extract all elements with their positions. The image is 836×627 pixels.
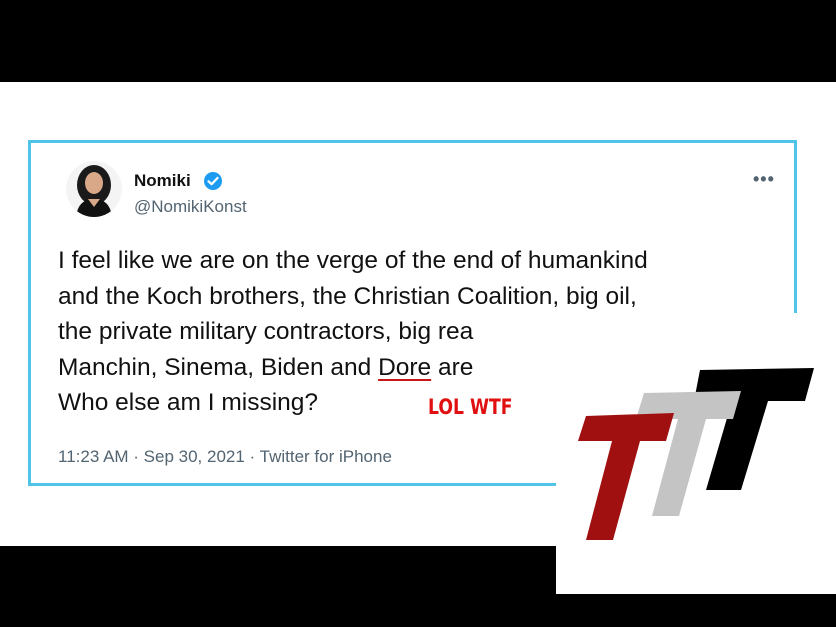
tweet-timestamp[interactable]: 11:23 AM · Sep 30, 2021 · Twitter for iP…: [58, 447, 392, 467]
handle[interactable]: @NomikiKonst: [134, 197, 247, 217]
underlined-word: Dore: [378, 353, 432, 381]
tweet-line-4-start: Manchin, Sinema, Biden and: [58, 353, 379, 381]
tweet-line-2: and the Koch brothers, the Christian Coa…: [58, 282, 637, 310]
tweet-line-1: I feel like we are on the verge of the e…: [58, 247, 648, 274]
tweet-line-4-end: are: [431, 353, 474, 381]
annotation-lol-wtf: LOL WTF: [428, 395, 513, 419]
more-options-icon[interactable]: •••: [753, 169, 775, 190]
display-name[interactable]: Nomiki: [134, 171, 191, 191]
avatar[interactable]: [66, 161, 122, 217]
logo-red-t: [578, 413, 674, 540]
verified-badge-icon: [203, 171, 223, 191]
ttt-logo: [556, 313, 836, 594]
logo-black-t: [694, 368, 814, 490]
